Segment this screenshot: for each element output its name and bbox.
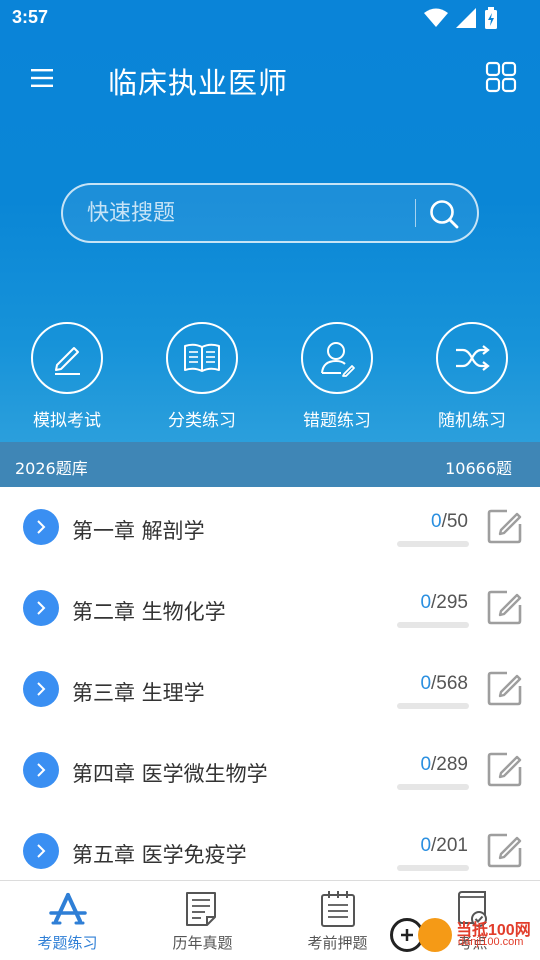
pencil-icon [55, 347, 80, 375]
paper-icon [186, 892, 216, 926]
signal-icon [456, 8, 476, 28]
chapter-progress-bar [397, 784, 469, 790]
chapter-title: 第二章 生物化学 [72, 600, 226, 624]
chapter-progress-text: 0/201 [420, 835, 468, 857]
tab-label: 历年真题 [172, 934, 233, 952]
quick-action-wrong-questions[interactable]: 错题练习 [277, 322, 397, 431]
edit-icon[interactable] [487, 589, 523, 625]
quick-actions: 模拟考试 分类练习 错题练习 随机练习 [0, 322, 540, 432]
chevron-right-icon [23, 671, 59, 707]
title-bar: 临床执业医师 [0, 50, 540, 106]
watermark-site: danji100.com [458, 936, 524, 948]
chevron-right-icon [23, 590, 59, 626]
chapter-title: 第三章 生理学 [72, 681, 205, 705]
wifi-icon [424, 8, 448, 27]
progress-done: 0 [420, 835, 432, 856]
grid-icon[interactable] [484, 60, 518, 94]
tab-past-papers[interactable]: 历年真题 [135, 881, 270, 960]
progress-done: 0 [431, 511, 442, 532]
chevron-right-icon [23, 509, 59, 545]
chapter-progress-bar [397, 865, 469, 871]
quick-action-mock-exam[interactable]: 模拟考试 [7, 322, 127, 431]
quick-action-circle [436, 322, 508, 394]
chapter-progress-bar [397, 622, 469, 628]
tab-predicted-questions[interactable]: 考前押题 [270, 881, 405, 960]
watermark-logo-dot [418, 918, 452, 952]
chapter-progress-bar [397, 541, 469, 547]
bank-name: 2026题库 [15, 459, 88, 478]
page-title: 临床执业医师 [108, 66, 289, 100]
progress-done: 0 [420, 673, 432, 694]
chapter-list: 第一章 解剖学 0/50 第二章 生物化学 0/295 第三章 生理学 0/56… [0, 487, 540, 880]
chapter-row[interactable]: 第二章 生物化学 0/295 [0, 568, 540, 649]
chapter-progress-text: 0/568 [420, 673, 468, 695]
quick-action-category[interactable]: 分类练习 [142, 322, 262, 431]
quick-action-label: 随机练习 [438, 411, 506, 431]
quick-action-circle [31, 322, 103, 394]
progress-total: /295 [431, 592, 468, 613]
chapter-row[interactable]: 第一章 解剖学 0/50 [0, 487, 540, 568]
bank-count: 10666题 [445, 459, 512, 478]
user-edit-icon [321, 342, 355, 377]
tab-label: 考题练习 [37, 934, 98, 952]
edit-icon[interactable] [487, 751, 523, 787]
tab-practice[interactable]: 考题练习 [0, 881, 135, 960]
progress-done: 0 [420, 592, 432, 613]
search-input[interactable] [87, 185, 407, 241]
progress-total: /289 [431, 754, 468, 775]
edit-icon[interactable] [487, 832, 523, 868]
status-bar: 3:57 [0, 0, 540, 36]
shuffle-icon [456, 345, 490, 371]
quick-action-circle [166, 322, 238, 394]
status-icons [424, 7, 498, 29]
search-divider [415, 199, 416, 227]
chapter-title: 第五章 医学免疫学 [72, 843, 247, 867]
chapter-title: 第四章 医学微生物学 [72, 762, 268, 786]
search-box [61, 183, 479, 243]
status-time: 3:57 [12, 7, 49, 27]
chevron-right-icon [23, 752, 59, 788]
chevron-right-icon [23, 833, 59, 869]
search-icon[interactable] [427, 197, 461, 231]
question-bank-bar: 2026题库 10666题 [0, 442, 540, 487]
chapter-progress-text: 0/50 [431, 511, 468, 533]
chapter-progress-text: 0/295 [420, 592, 468, 614]
menu-icon[interactable] [24, 62, 60, 94]
chapter-row[interactable]: 第五章 医学免疫学 0/201 [0, 811, 540, 880]
tab-label: 考前押题 [307, 934, 368, 952]
quick-action-label: 分类练习 [168, 411, 236, 431]
chapter-progress-text: 0/289 [420, 754, 468, 776]
edit-icon[interactable] [487, 670, 523, 706]
battery-icon [485, 7, 497, 29]
notepad-icon [321, 891, 355, 927]
chapter-row[interactable]: 第三章 生理学 0/568 [0, 649, 540, 730]
progress-total: /201 [431, 835, 468, 856]
quick-action-circle [301, 322, 373, 394]
progress-done: 0 [420, 754, 432, 775]
quick-action-label: 错题练习 [303, 411, 371, 431]
quick-action-random[interactable]: 随机练习 [412, 322, 532, 431]
chapter-progress-bar [397, 703, 469, 709]
practice-icon [49, 893, 87, 925]
book-icon [184, 343, 220, 372]
chapter-title: 第一章 解剖学 [72, 519, 205, 543]
edit-icon[interactable] [487, 508, 523, 544]
quick-action-label: 模拟考试 [33, 411, 101, 431]
watermark: 当抵100网 danji100.com [388, 910, 536, 956]
progress-total: /568 [431, 673, 468, 694]
chapter-row[interactable]: 第四章 医学微生物学 0/289 [0, 730, 540, 811]
progress-total: /50 [441, 511, 468, 532]
